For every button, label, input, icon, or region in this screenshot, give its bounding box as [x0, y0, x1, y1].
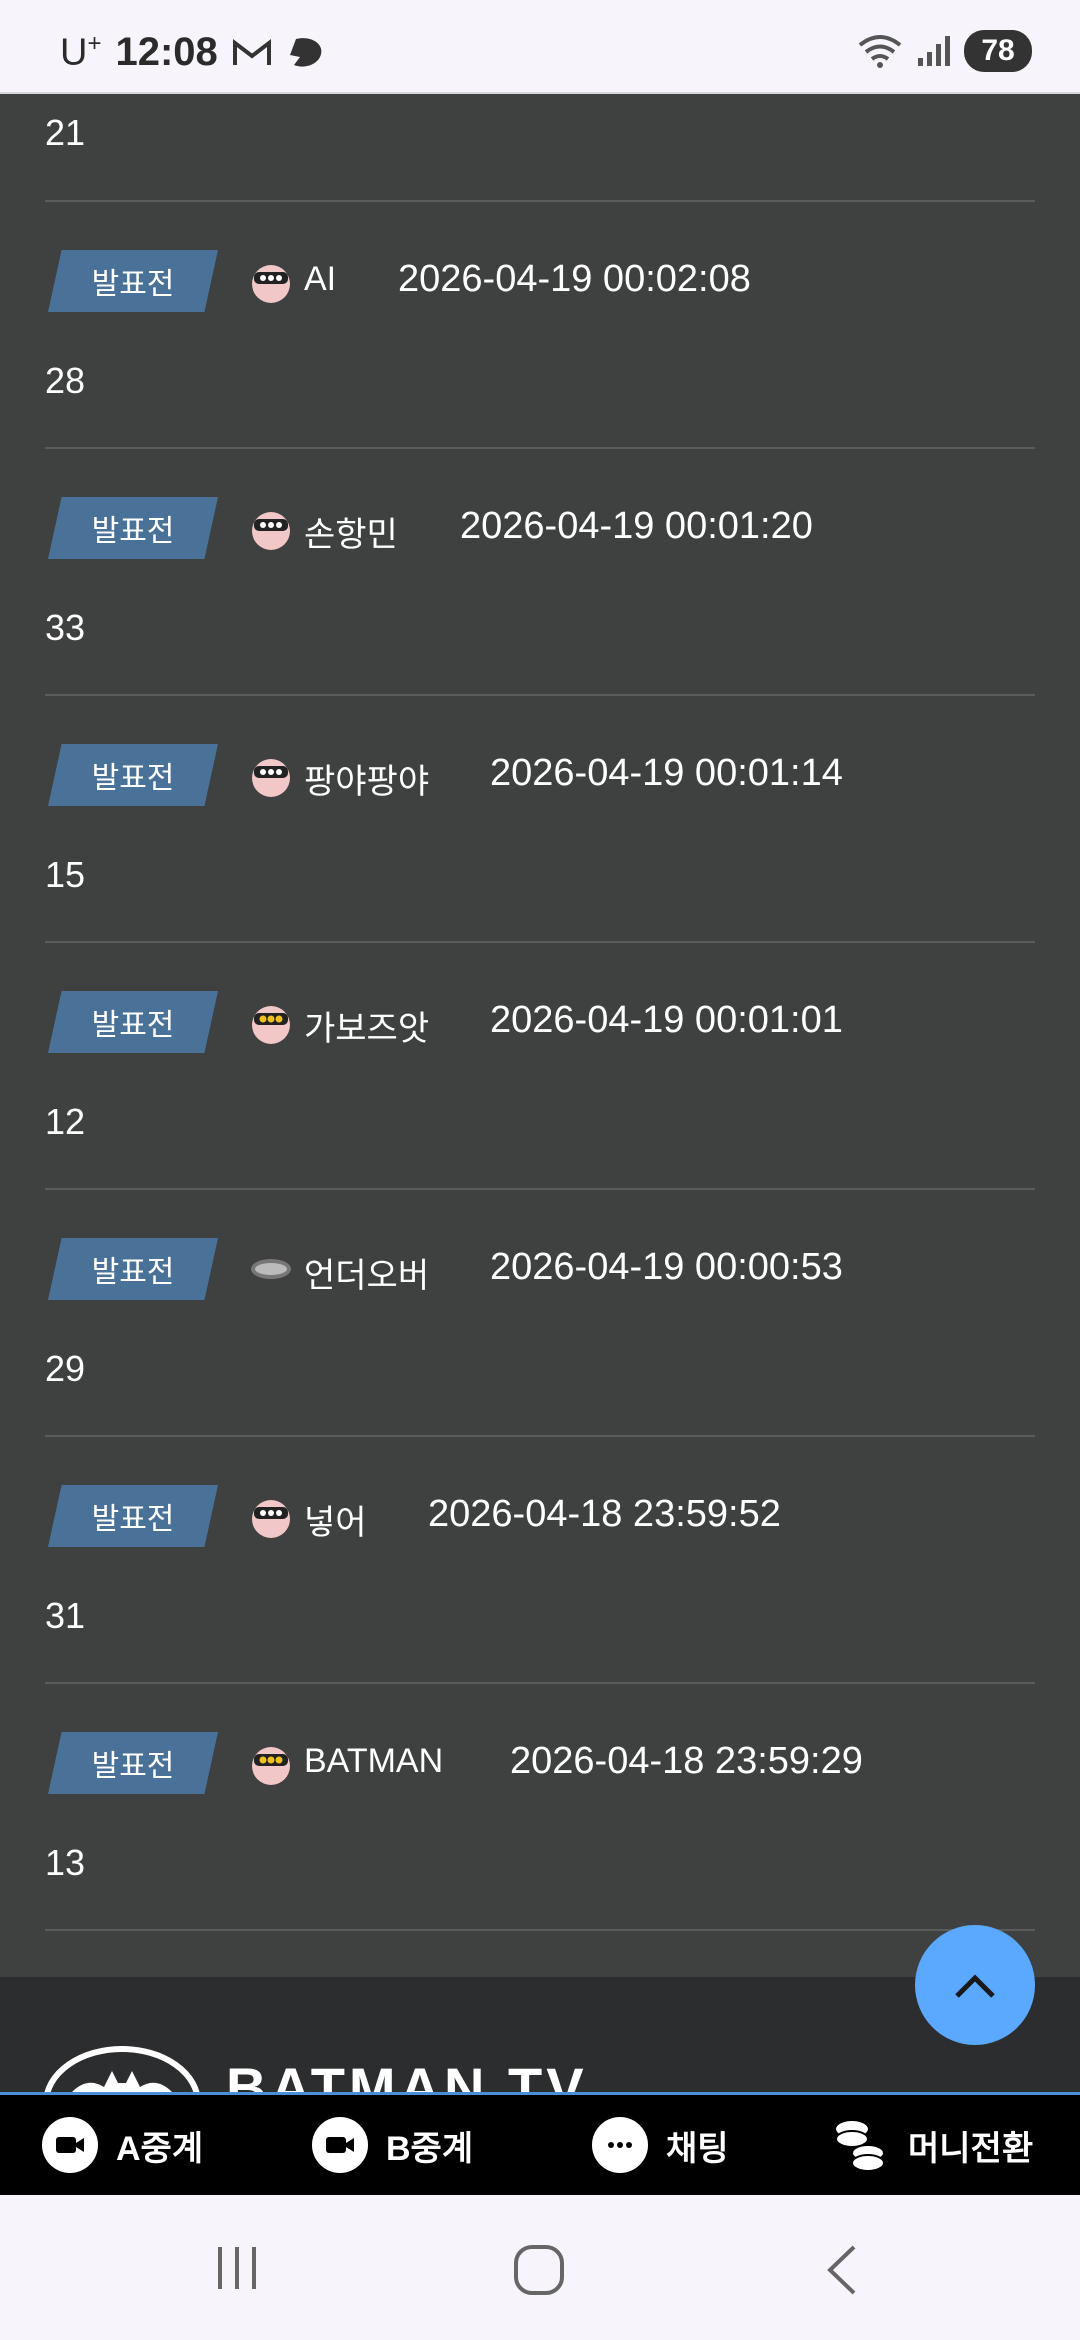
entry-number: 29 [45, 1348, 86, 1389]
status-bar: U+ 12:08 78 [0, 0, 1080, 94]
gmail-icon [232, 38, 271, 65]
nav-label: 머니전환 [908, 2129, 1034, 2168]
entry-number: 13 [45, 1842, 86, 1883]
scroll-to-top-button[interactable] [915, 1925, 1035, 2045]
gold-star-face-icon [252, 1006, 290, 1044]
battery-indicator: 78 [964, 30, 1032, 72]
status-badge: 발표전 [48, 991, 218, 1053]
chat-bubble-icon [592, 2117, 648, 2173]
chevron-up-icon [955, 1974, 995, 1998]
team-logo-icon [251, 1259, 291, 1279]
signal-icon [918, 36, 950, 66]
timestamp: 2026-04-18 23:59:29 [510, 1740, 863, 1782]
nav-label: B중계 [386, 2129, 474, 2168]
user-name: 가보즈앗 [304, 1010, 430, 1048]
star-face-icon [252, 265, 290, 303]
thunder-app-icon [289, 37, 322, 67]
status-badge: 발표전 [48, 250, 218, 312]
gold-star-face-icon [252, 1747, 290, 1785]
recent-apps-icon[interactable] [212, 2243, 262, 2293]
nav-a-broadcast[interactable]: A중계 [42, 2117, 203, 2173]
user-name: 넣어 [304, 1504, 367, 1542]
nav-money-exchange[interactable]: 머니전환 [830, 2117, 1033, 2173]
system-nav-bar [0, 2195, 1080, 2340]
status-badge: 발표전 [48, 1485, 218, 1547]
nav-label: A중계 [116, 2129, 204, 2168]
timestamp: 2026-04-19 00:01:14 [490, 752, 843, 794]
video-camera-icon [42, 2117, 98, 2173]
status-badge: 발표전 [48, 744, 218, 806]
entry-number: 28 [45, 360, 86, 401]
user-name: 손항민 [304, 516, 398, 554]
list-item[interactable]: 발표전 가보즈앗 2026-04-19 00:01:01 12 [0, 943, 1080, 1190]
wifi-icon [858, 35, 902, 68]
list-item[interactable]: 발표전 언더오버 2026-04-19 00:00:53 29 [0, 1190, 1080, 1437]
star-face-icon [252, 1500, 290, 1538]
list-item[interactable]: 발표전 BATMAN 2026-04-18 23:59:29 13 [0, 1684, 1080, 1931]
timestamp: 2026-04-18 23:59:52 [428, 1493, 781, 1535]
clock: 12:08 [115, 30, 218, 74]
user-name: 팡야팡야 [304, 763, 430, 801]
nav-b-broadcast[interactable]: B중계 [312, 2117, 473, 2173]
status-badge: 발표전 [48, 1732, 218, 1794]
timestamp: 2026-04-19 00:01:01 [490, 999, 843, 1041]
video-camera-icon [312, 2117, 368, 2173]
list-item[interactable]: 발표전 AI 2026-04-19 00:02:08 28 [0, 202, 1080, 449]
list-item[interactable]: 발표전 넣어 2026-04-18 23:59:52 31 [0, 1437, 1080, 1684]
row-divider [45, 1929, 1035, 1931]
star-face-icon [252, 759, 290, 797]
bat-logo-icon [44, 2046, 200, 2092]
nav-label: 채팅 [666, 2129, 729, 2168]
brand-name: BATMAN TV [226, 2056, 588, 2092]
user-name: BATMAN [304, 1742, 444, 1780]
home-icon[interactable] [512, 2243, 566, 2297]
list-item[interactable]: 발표전 손항민 2026-04-19 00:01:20 33 [0, 449, 1080, 696]
timestamp: 2026-04-19 00:02:08 [398, 258, 751, 300]
coins-icon [835, 2121, 885, 2172]
status-badge: 발표전 [48, 1238, 218, 1300]
entry-number: 33 [45, 607, 86, 648]
list-item[interactable]: 발표전 팡야팡야 2026-04-19 00:01:14 15 [0, 696, 1080, 943]
entry-number: 31 [45, 1595, 86, 1636]
bottom-nav: A중계 B중계 채팅 머니전환 [0, 2092, 1080, 2198]
back-icon[interactable] [822, 2243, 862, 2297]
user-name: AI [304, 260, 337, 298]
timestamp: 2026-04-19 00:00:53 [490, 1246, 843, 1288]
carrier-label: U+ [60, 30, 102, 74]
entry-number: 15 [45, 854, 86, 895]
entry-number: 12 [45, 1101, 86, 1142]
status-badge: 발표전 [48, 497, 218, 559]
timestamp: 2026-04-19 00:01:20 [460, 505, 813, 547]
user-name: 언더오버 [304, 1257, 430, 1295]
star-face-icon [252, 512, 290, 550]
entry-number: 21 [45, 112, 86, 153]
nav-chat[interactable]: 채팅 [592, 2117, 729, 2173]
